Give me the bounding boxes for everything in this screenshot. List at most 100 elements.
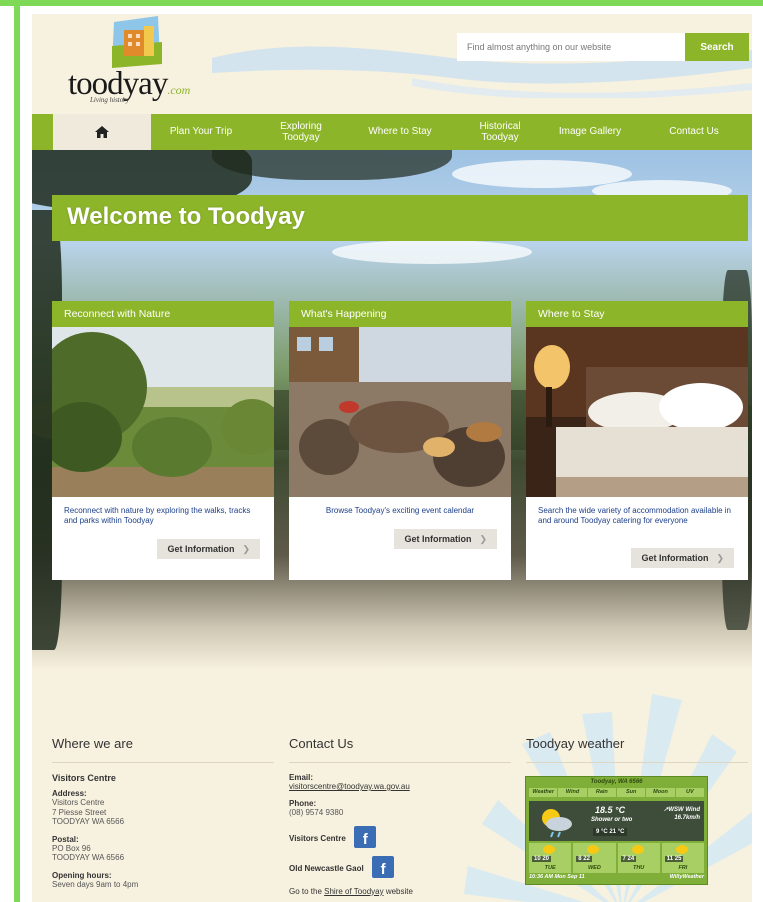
forecast-day: 7 24 THU	[617, 843, 660, 873]
weather-timestamp: 10:36 AM Mon Sep 11	[529, 874, 585, 880]
chevron-right-icon: ❯	[242, 543, 250, 554]
email-link[interactable]: visitorscentre@toodyay.wa.gov.au	[289, 782, 511, 791]
chevron-right-icon: ❯	[479, 533, 487, 544]
get-information-button[interactable]: Get Information ❯	[157, 539, 260, 559]
bedroom-photo	[526, 327, 748, 497]
footer-heading: Toodyay weather	[526, 736, 625, 751]
main-nav: Plan Your Trip Exploring Toodyay Where t…	[32, 114, 752, 156]
card-description: Reconnect with nature by exploring the w…	[64, 506, 251, 526]
footer-divider	[289, 762, 511, 763]
weather-forecast: 10 20 TUE 8 22 WED 7 24 THU 11 25 FRI	[529, 843, 704, 873]
card-title[interactable]: What's Happening	[289, 301, 511, 327]
home-icon	[95, 126, 109, 138]
footer-contact-us: Contact Us Email: visitorscentre@toodyay…	[289, 736, 511, 896]
temperature-range: 9 °C 21 °C	[593, 828, 628, 836]
card-where-to-stay: Where to Stay Search the wide variety of…	[526, 301, 748, 580]
address-label: Address:	[52, 789, 87, 798]
weather-description: Shower or two	[591, 817, 633, 823]
shire-link-row: Go to the Shire of Toodyay website	[289, 886, 413, 896]
nav-plan-your-trip[interactable]: Plan Your Trip	[151, 114, 251, 150]
chevron-right-icon: ❯	[716, 552, 724, 563]
get-information-button[interactable]: Get Information ❯	[631, 548, 734, 568]
page: toodyay.com Living history Search Plan Y…	[32, 14, 752, 902]
get-information-button[interactable]: Get Information ❯	[394, 529, 497, 549]
welcome-banner: Welcome to Toodyay	[52, 195, 748, 241]
weather-tab-sun[interactable]: Sun	[616, 788, 646, 797]
nav-exploring-toodyay[interactable]: Exploring Toodyay	[269, 114, 333, 150]
forecast-day-name: WED	[587, 865, 601, 871]
forecast-range: 7 24	[620, 856, 637, 862]
opening-hours-value: Seven days 9am to 4pm	[52, 879, 139, 889]
weather-tab-weather[interactable]: Weather	[529, 788, 558, 797]
page-title: Welcome to Toodyay	[67, 203, 305, 230]
site-logo[interactable]: toodyay.com Living history	[68, 16, 208, 108]
gaol-facebook-label: Old Newcastle Gaol	[289, 863, 364, 873]
weather-location: Toodyay, WA 6566	[590, 779, 643, 785]
footer-heading: Contact Us	[289, 736, 354, 751]
card-image-nature[interactable]	[52, 327, 274, 497]
card-image-events[interactable]	[289, 327, 511, 497]
postal-label: Postal:	[52, 834, 79, 844]
email-label: Email:	[289, 773, 314, 782]
forecast-range: 11 25	[664, 856, 684, 862]
forecast-day: 8 22 WED	[573, 843, 616, 873]
forecast-day-name: THU	[632, 865, 645, 871]
site-search: Search	[457, 33, 749, 61]
card-title[interactable]: Where to Stay	[526, 301, 748, 327]
nav-where-to-stay[interactable]: Where to Stay	[347, 114, 453, 150]
nav-contact-us[interactable]: Contact Us	[644, 114, 744, 150]
shire-of-toodyay-link[interactable]: Shire of Toodyay	[324, 887, 383, 896]
wind-info: ↗WSW Wind 16.7km/h	[663, 807, 700, 823]
search-button[interactable]: Search	[685, 33, 749, 61]
site-header: toodyay.com Living history Search	[32, 14, 752, 114]
footer-where-we-are: Where we are Visitors Centre Address: Vi…	[52, 736, 274, 890]
sun-icon	[587, 845, 600, 854]
weather-widget[interactable]: Toodyay, WA 6566 Weather Wind Rain Sun M…	[525, 776, 708, 885]
forecast-range: 10 20	[532, 856, 552, 862]
weather-tab-uv[interactable]: UV	[675, 788, 704, 797]
phone-value: (08) 9574 9380	[289, 808, 344, 817]
card-image-accommodation[interactable]	[526, 327, 748, 497]
wind-speed: 16.7km/h	[674, 814, 700, 821]
footer-divider	[52, 762, 274, 763]
willyweather-brand[interactable]: WillyWeather	[670, 874, 704, 880]
sun-shower-icon	[542, 809, 572, 838]
forecast-range: 8 22	[576, 856, 592, 862]
postal-line: TOODYAY WA 6566	[52, 853, 125, 863]
footer-heading: Where we are	[52, 736, 133, 751]
postal-line: PO Box 96	[52, 843, 91, 853]
wind-direction: ↗WSW Wind	[663, 807, 700, 813]
address-line: 7 Piesse Street	[52, 807, 107, 817]
current-temperature: 18.5 °C	[595, 805, 626, 815]
nav-image-gallery[interactable]: Image Gallery	[542, 114, 638, 150]
footer-weather: Toodyay weather	[526, 736, 748, 763]
sun-cloud-icon	[675, 845, 688, 854]
crowd-photo	[289, 327, 511, 497]
weather-current: 18.5 °C Shower or two 9 °C 21 °C ↗WSW Wi…	[529, 801, 704, 841]
nav-home[interactable]	[53, 114, 151, 156]
weather-tab-rain[interactable]: Rain	[587, 788, 616, 797]
gaol-facebook-row: Old Newcastle Gaol f	[289, 855, 511, 878]
visitors-centre-heading: Visitors Centre	[52, 773, 116, 783]
facebook-icon[interactable]: f	[354, 825, 377, 848]
card-description: Search the wide variety of accommodation…	[538, 506, 731, 526]
footer-divider	[526, 762, 748, 763]
weather-tabs: Weather Wind Rain Sun Moon UV	[526, 788, 707, 797]
weather-footer: 10:36 AM Mon Sep 11 WillyWeather	[529, 874, 704, 880]
phone-label: Phone:	[289, 799, 317, 808]
logo-wordmark: toodyay.com	[68, 66, 191, 102]
card-whats-happening: What's Happening Browse Toodyay's exciti…	[289, 301, 511, 580]
forecast-day: 11 25 FRI	[661, 843, 704, 873]
forecast-day-name: FRI	[678, 865, 688, 871]
facebook-icon[interactable]: f	[372, 855, 395, 878]
weather-tab-wind[interactable]: Wind	[558, 788, 587, 797]
weather-tab-moon[interactable]: Moon	[646, 788, 675, 797]
address-line: Visitors Centre	[52, 798, 105, 807]
nav-historical-toodyay[interactable]: Historical Toodyay	[466, 114, 534, 150]
card-title[interactable]: Reconnect with Nature	[52, 301, 274, 327]
forecast-day-name: TUE	[544, 865, 556, 871]
logo-tagline: Living history	[90, 96, 130, 104]
search-input[interactable]	[457, 33, 685, 61]
hero-cloud	[332, 240, 532, 264]
card-description: Browse Toodyay's exciting event calendar	[325, 506, 475, 515]
